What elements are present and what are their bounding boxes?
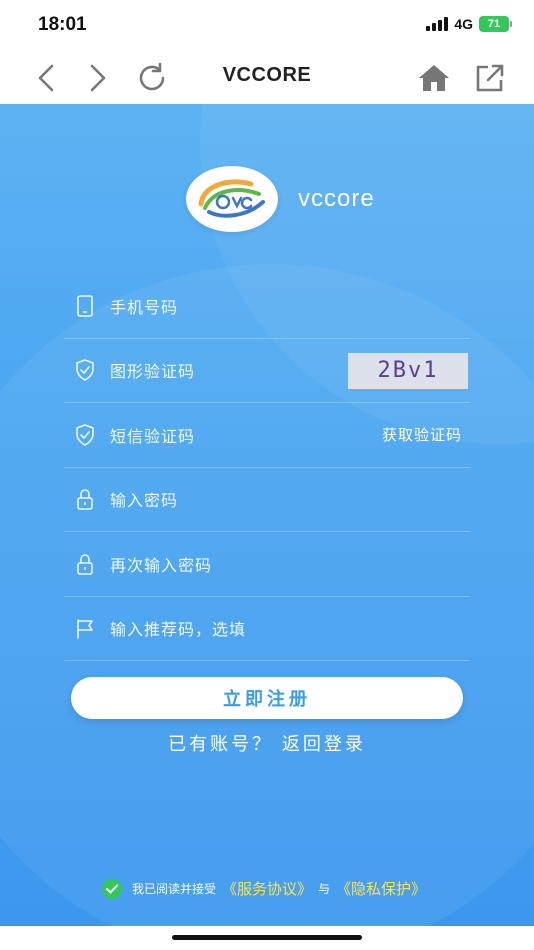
captcha-image[interactable]: 2Bv1 xyxy=(348,352,468,389)
password-confirm-field[interactable]: 再次输入密码 xyxy=(64,532,470,597)
battery-icon: 71 xyxy=(479,16,512,32)
brand-name: vccore xyxy=(298,185,375,212)
signal-icon xyxy=(426,17,449,31)
captcha-placeholder: 图形验证码 xyxy=(110,362,196,382)
captcha-field[interactable]: 图形验证码 2Bv1 xyxy=(64,339,470,403)
home-indicator[interactable] xyxy=(172,935,362,940)
phone-placeholder: 手机号码 xyxy=(110,297,179,317)
register-button[interactable]: 立即注册 xyxy=(71,677,463,719)
flag-icon xyxy=(74,617,96,640)
lock-icon xyxy=(74,488,96,511)
register-page: vccore 手机号码 图形验证码 2Bv1 短信验证码 获取验证码 输入密码 … xyxy=(0,104,534,926)
get-code-button[interactable]: 获取验证码 xyxy=(382,424,462,445)
network-type: 4G xyxy=(454,16,473,32)
checkbox-checked-icon[interactable] xyxy=(101,878,122,899)
back-to-login-link[interactable]: 已有账号？ 返回登录 xyxy=(0,730,534,756)
password-confirm-placeholder: 再次输入密码 xyxy=(110,555,213,575)
service-agreement-link[interactable]: 《服务协议》 xyxy=(222,878,312,899)
phone-icon xyxy=(74,294,96,317)
home-icon[interactable] xyxy=(414,58,454,98)
browser-toolbar: VCCORE xyxy=(0,50,534,104)
status-bar: 18:01 4G 71 xyxy=(0,0,534,50)
brand-logo xyxy=(186,166,278,232)
password-field[interactable]: 输入密码 xyxy=(64,468,470,532)
battery-level: 71 xyxy=(479,16,509,32)
register-form: 手机号码 图形验证码 2Bv1 短信验证码 获取验证码 输入密码 再次输入密码 … xyxy=(64,274,470,661)
referral-field[interactable]: 输入推荐码，选填 xyxy=(64,597,470,661)
agreement-row: 我已阅读并接受 《服务协议》 与 《隐私保护》 xyxy=(0,878,534,899)
agreement-prefix: 我已阅读并接受 xyxy=(131,882,216,896)
sms-code-field[interactable]: 短信验证码 获取验证码 xyxy=(64,403,470,468)
status-indicators: 4G 71 xyxy=(426,16,512,32)
shield-icon xyxy=(74,359,96,382)
agreement-connector: 与 xyxy=(318,882,331,896)
sms-code-placeholder: 短信验证码 xyxy=(110,426,196,446)
shield-icon xyxy=(74,423,96,446)
lock-icon xyxy=(74,553,96,575)
password-placeholder: 输入密码 xyxy=(110,491,179,511)
referral-placeholder: 输入推荐码，选填 xyxy=(110,620,247,640)
phone-field[interactable]: 手机号码 xyxy=(64,274,470,339)
share-icon[interactable] xyxy=(470,58,510,98)
bottom-bar xyxy=(0,926,534,950)
status-time: 18:01 xyxy=(38,14,87,35)
privacy-policy-link[interactable]: 《隐私保护》 xyxy=(336,878,426,899)
brand-header: vccore xyxy=(186,166,375,232)
